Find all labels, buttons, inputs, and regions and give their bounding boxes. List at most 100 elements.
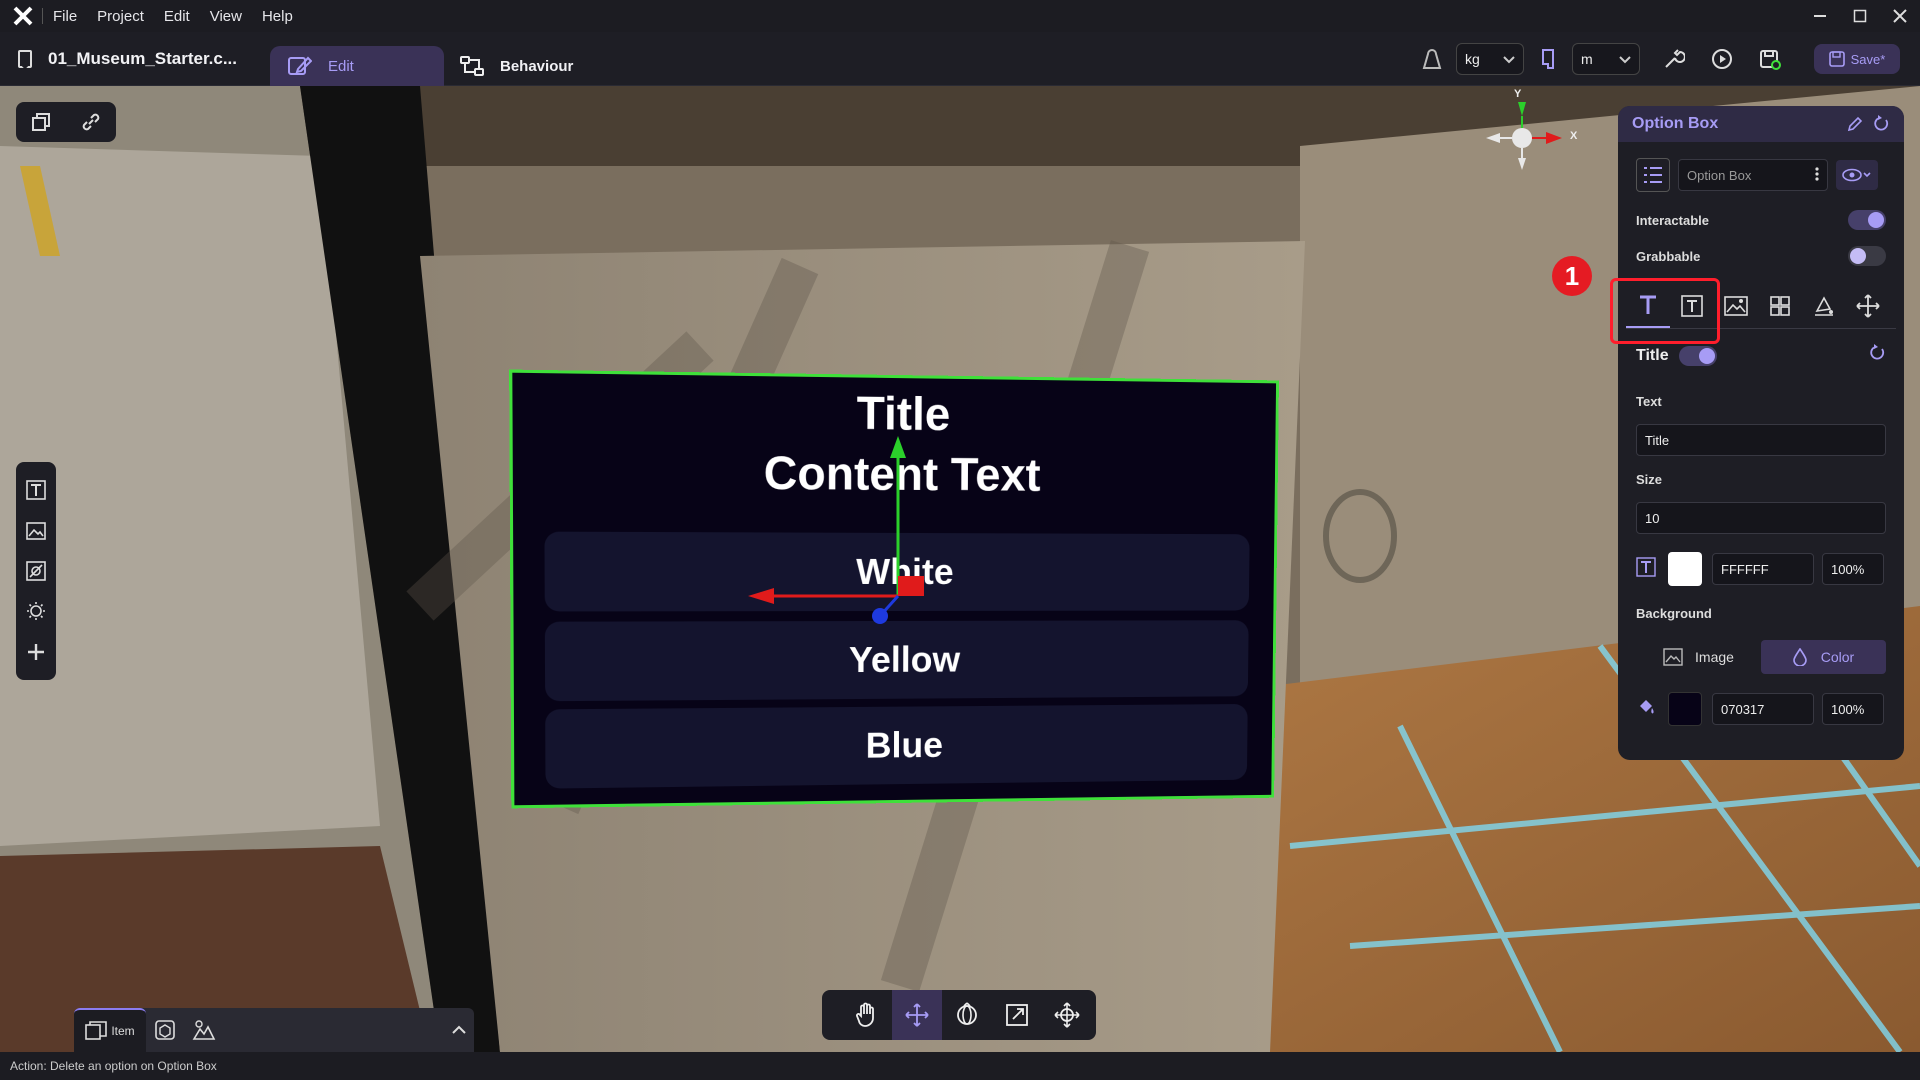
option-button-blue[interactable]: Blue [545,704,1248,789]
transform-gizmo[interactable] [740,436,940,656]
menu-view[interactable]: View [210,8,242,25]
menu-file[interactable]: File [53,8,77,25]
orientation-gizmo[interactable]: Y X [1470,88,1590,198]
background-mode-row: Image Color [1636,640,1886,674]
title-section-row: Title [1636,344,1886,367]
tab-options[interactable] [1758,284,1802,328]
title-text-input[interactable]: Title [1636,424,1886,456]
kebab-menu-icon[interactable] [1815,167,1819,184]
window-controls [1800,0,1920,32]
background-label-row: Background [1636,606,1886,621]
object-name-field[interactable]: Option Box [1678,159,1828,191]
text-color-opacity-input[interactable]: 100% [1822,553,1884,585]
paint-bucket-icon [1636,697,1660,722]
background-label: Background [1636,606,1712,621]
bg-image-label: Image [1695,649,1734,665]
tab-image[interactable] [1714,284,1758,328]
length-unit-select[interactable]: m [1572,43,1640,75]
panel-header: Option Box [1618,106,1904,142]
dock-item-label: Item [111,1024,134,1038]
save-label: Save* [1851,52,1886,67]
edit-icon [288,55,314,77]
toolbar-right: kg m Save* [1418,32,1900,86]
add-icon[interactable] [25,641,47,663]
menu-bar: File Project Edit View Help [0,0,1920,32]
rotate-tool[interactable] [942,990,992,1040]
text-color-hex-input[interactable]: FFFFFF [1712,553,1814,585]
close-icon[interactable] [1880,0,1920,32]
minimize-icon[interactable] [1800,0,1840,32]
universal-tool[interactable] [1042,990,1092,1040]
bg-color-swatch[interactable] [1668,692,1702,726]
environment-icon [192,1019,216,1041]
flow-icon [460,55,486,77]
tab-transform[interactable] [1846,284,1890,328]
dock-environment-tab[interactable] [184,1008,224,1052]
grid-icon [1769,295,1791,317]
interactable-label: Interactable [1636,213,1709,228]
bg-color-button[interactable]: Color [1761,640,1886,674]
bookmark-icon[interactable] [18,50,32,68]
visibility-dropdown[interactable] [1836,160,1878,190]
move-icon [904,1002,930,1028]
text-label: Text [1636,394,1662,409]
app-logo-icon [12,5,34,27]
grabbable-row: Grabbable [1636,246,1886,266]
reset-icon[interactable] [1868,111,1894,137]
interactable-toggle[interactable] [1848,210,1886,230]
play-icon[interactable] [1708,45,1736,73]
move-tool[interactable] [892,990,942,1040]
bg-color-label: Color [1821,649,1854,665]
duplicate-icon[interactable] [30,111,52,133]
annotation-badge: 1 [1552,256,1592,296]
add-text-icon[interactable] [25,479,47,501]
text-color-swatch[interactable] [1668,552,1702,586]
main-toolbar: 01_Museum_Starter.c... Edit Behaviour kg… [0,32,1920,86]
tab-behaviour[interactable]: Behaviour [460,46,573,86]
properties-panel: Option Box Option Box Interactable Grabb… [1618,106,1904,760]
text-label-row: Text [1636,394,1886,409]
tab-edit-label: Edit [328,58,354,75]
universal-transform-icon [1054,1002,1080,1028]
grabbable-toggle[interactable] [1848,246,1886,266]
link-icon[interactable] [80,111,102,133]
title-enabled-toggle[interactable] [1679,346,1717,366]
bg-color-hex-input[interactable]: 070317 [1712,693,1814,725]
image-icon [1724,295,1748,317]
status-bar: Action: Delete an option on Option Box [0,1052,1920,1080]
dock-expand-toggle[interactable] [444,1008,474,1052]
chevron-down-icon [1503,51,1515,67]
size-input[interactable]: 10 [1636,502,1886,534]
maximize-icon[interactable] [1840,0,1880,32]
viewport-left-tools [16,462,56,680]
tab-edit[interactable]: Edit [270,46,444,86]
tab-style[interactable] [1802,284,1846,328]
hand-icon [855,1002,879,1028]
save-button[interactable]: Save* [1814,44,1900,74]
wrench-icon[interactable] [1660,45,1688,73]
menu-help[interactable]: Help [262,8,293,25]
menu-project[interactable]: Project [97,8,144,25]
chevron-down-icon [1619,51,1631,67]
add-hidden-icon[interactable] [25,560,47,582]
hand-tool[interactable] [842,990,892,1040]
menu-edit[interactable]: Edit [164,8,190,25]
tab-behaviour-label: Behaviour [500,58,573,75]
publish-icon[interactable] [1756,45,1784,73]
dock-scene-tab[interactable] [146,1008,184,1052]
scale-tool[interactable] [992,990,1042,1040]
mass-unit-select[interactable]: kg [1456,43,1524,75]
bg-image-button[interactable]: Image [1636,640,1761,674]
bg-color-opacity-input[interactable]: 100% [1822,693,1884,725]
size-label: Size [1636,472,1662,487]
pencil-icon[interactable] [1842,111,1868,137]
add-image-icon[interactable] [25,520,47,542]
light-icon[interactable] [25,600,47,622]
scale-icon [1005,1003,1029,1027]
reset-icon[interactable] [1868,344,1886,367]
image-icon [1663,648,1683,666]
status-text: Action: Delete an option on Option Box [10,1059,217,1073]
dock-item-tab[interactable]: Item [74,1008,146,1052]
weight-icon [1418,45,1446,73]
rotate-icon [954,1002,980,1028]
